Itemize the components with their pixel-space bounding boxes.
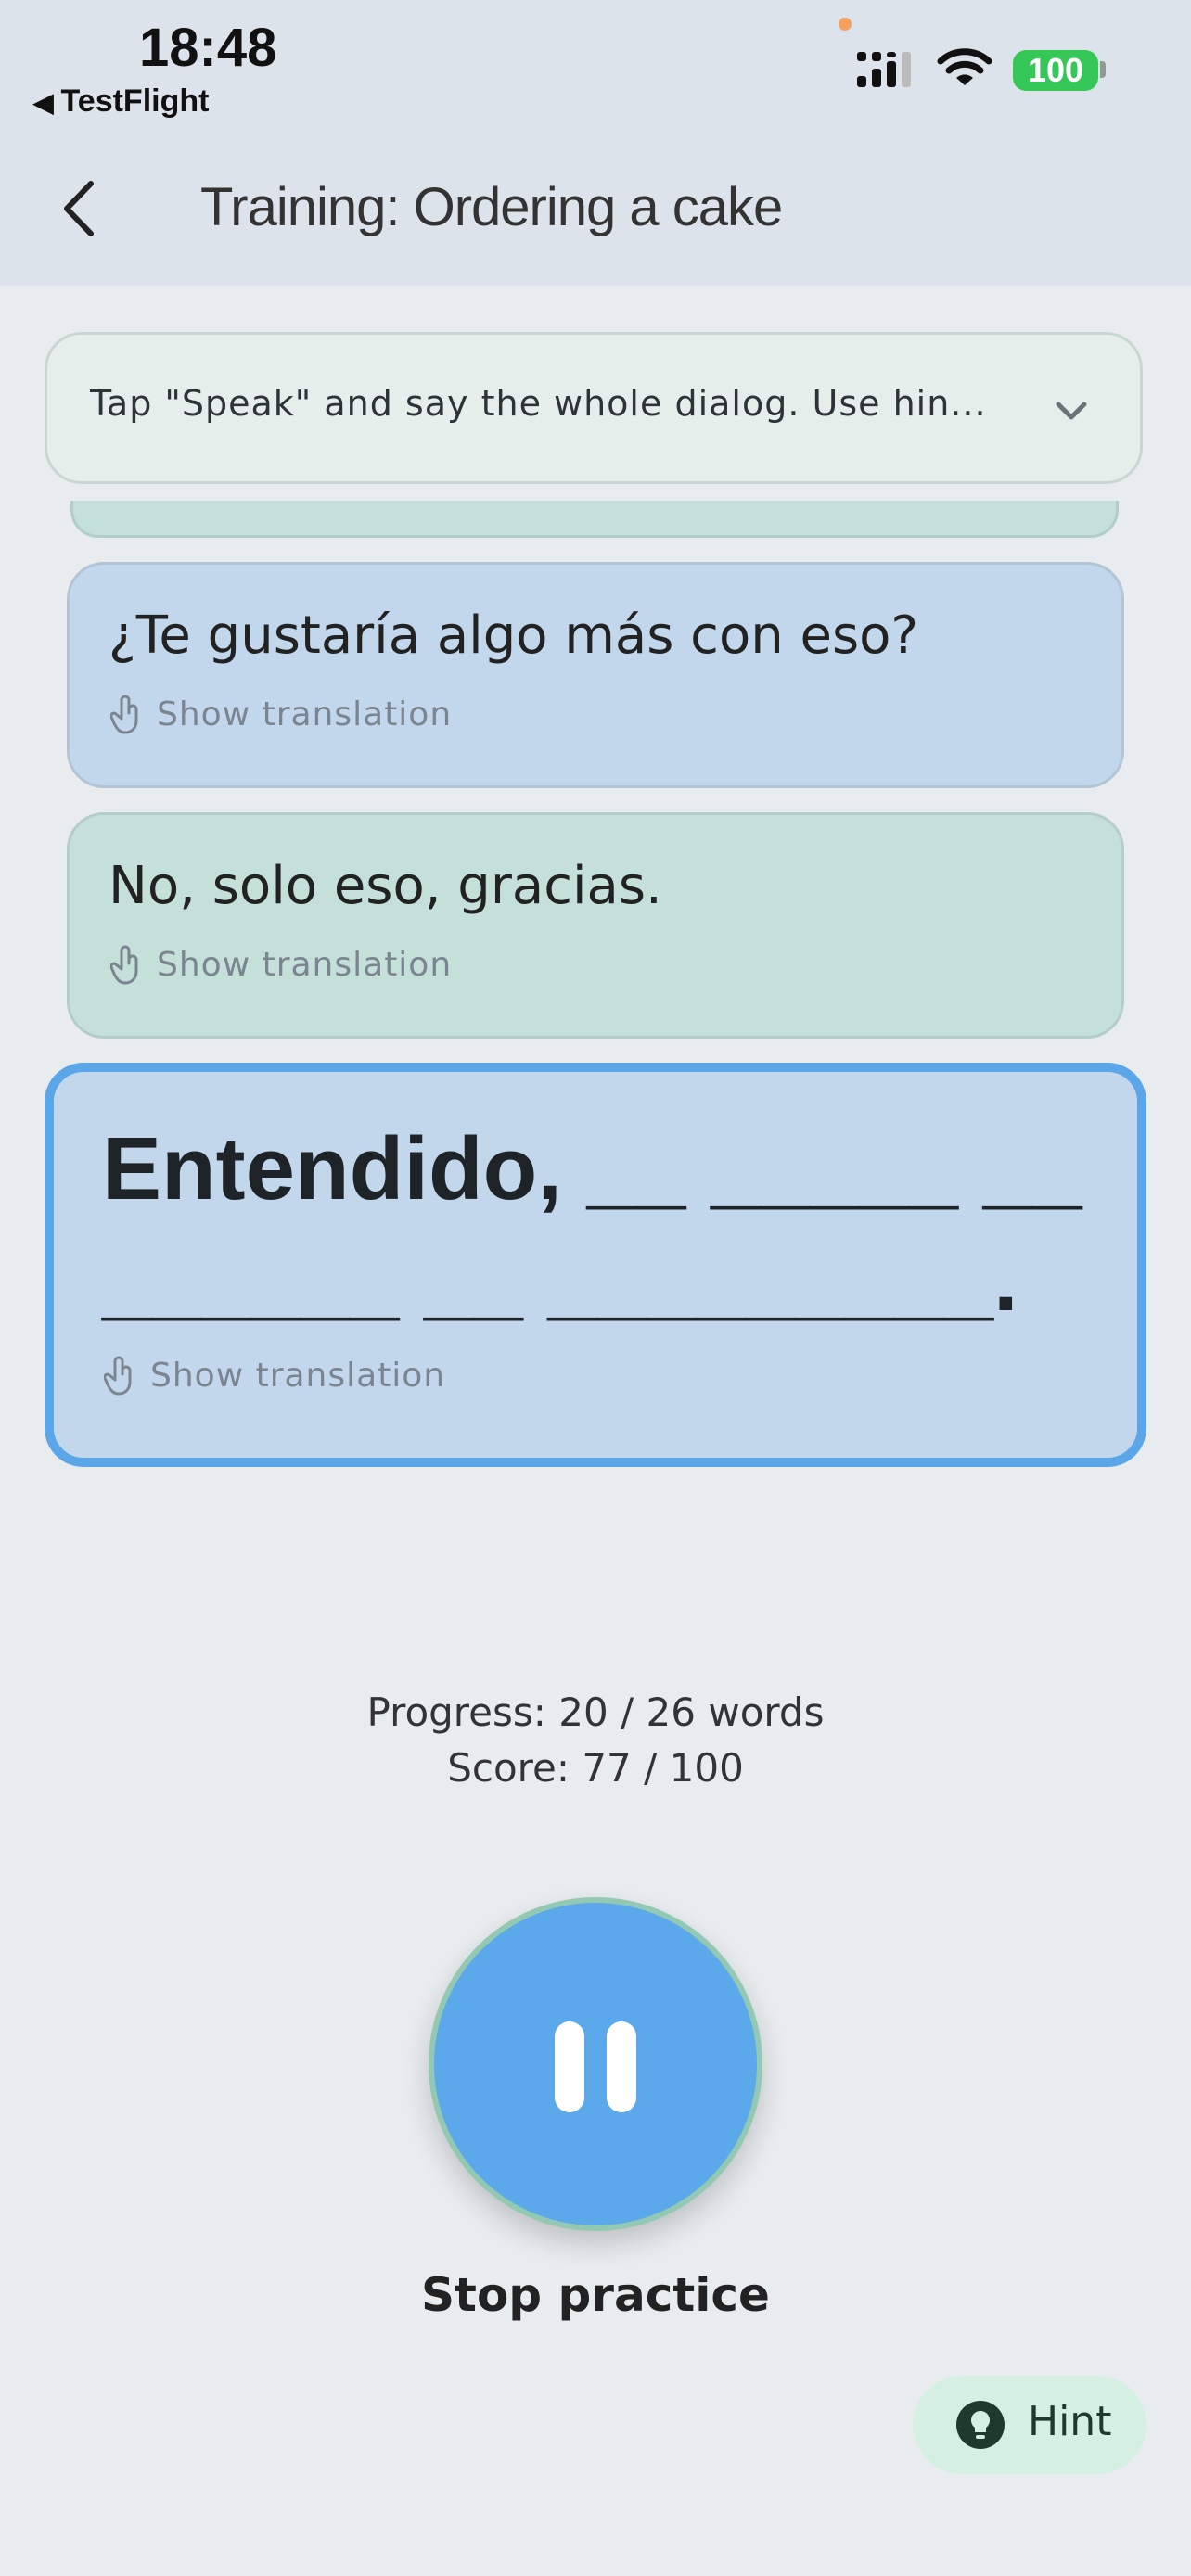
- back-app-label: TestFlight: [60, 83, 210, 119]
- show-translation-label: Show translation: [150, 1356, 446, 1395]
- hint-button[interactable]: Hint: [913, 2376, 1146, 2474]
- instruction-text: Tap "Speak" and say the whole dialog. Us…: [90, 383, 987, 424]
- back-arrow-icon[interactable]: [56, 176, 102, 241]
- battery-indicator: 100: [1013, 50, 1098, 91]
- previous-dialog-card-edge: [70, 501, 1119, 538]
- dialog-text: ¿Te gustaría algo más con eso?: [109, 606, 919, 666]
- wifi-icon: [937, 48, 992, 85]
- pause-icon-bar: [607, 2021, 636, 2112]
- chevron-down-icon[interactable]: [1049, 389, 1094, 433]
- dialog-line-1: Entendido, __ _____ __: [102, 1119, 1082, 1218]
- hint-label: Hint: [1028, 2398, 1112, 2445]
- active-dialog-card[interactable]: Entendido, __ _____ __ ______ __ _______…: [45, 1063, 1146, 1467]
- battery-cap: [1100, 61, 1106, 78]
- show-translation-button[interactable]: Show translation: [110, 943, 452, 986]
- tap-hand-icon: [110, 695, 138, 734]
- show-translation-label: Show translation: [157, 945, 453, 984]
- back-triangle-icon: ◀: [33, 88, 54, 117]
- stop-practice-label: Stop practice: [421, 2268, 770, 2322]
- score-text: Score: 77 / 100: [447, 1745, 744, 1791]
- dialog-card[interactable]: ¿Te gustaría algo más con eso? Show tran…: [67, 562, 1124, 788]
- lightbulb-icon: [956, 2401, 1005, 2449]
- show-translation-button[interactable]: Show translation: [110, 693, 452, 735]
- cellular-signal-icon: [857, 52, 911, 87]
- tap-hand-icon: [104, 1356, 132, 1396]
- status-time: 18:48: [139, 18, 277, 78]
- pause-icon: [555, 2021, 584, 2112]
- tap-hand-icon: [110, 945, 138, 985]
- dialog-line-2: ______ __ _________.: [102, 1231, 1018, 1330]
- instruction-panel[interactable]: Tap "Speak" and say the whole dialog. Us…: [45, 332, 1143, 484]
- dialog-card[interactable]: No, solo eso, gracias. Show translation: [67, 812, 1124, 1039]
- progress-text: Progress: 20 / 26 words: [366, 1690, 825, 1735]
- back-to-app-link[interactable]: ◀ TestFlight: [33, 83, 209, 120]
- dialog-text: No, solo eso, gracias.: [109, 856, 662, 916]
- show-translation-label: Show translation: [157, 695, 453, 733]
- stop-practice-button[interactable]: [429, 1897, 762, 2231]
- top-bar: 18:48 ◀ TestFlight 100 Training: Ordering…: [0, 0, 1191, 286]
- privacy-indicator-dot: [839, 18, 852, 31]
- show-translation-button[interactable]: Show translation: [104, 1354, 445, 1396]
- page-title: Training: Ordering a cake: [200, 177, 783, 237]
